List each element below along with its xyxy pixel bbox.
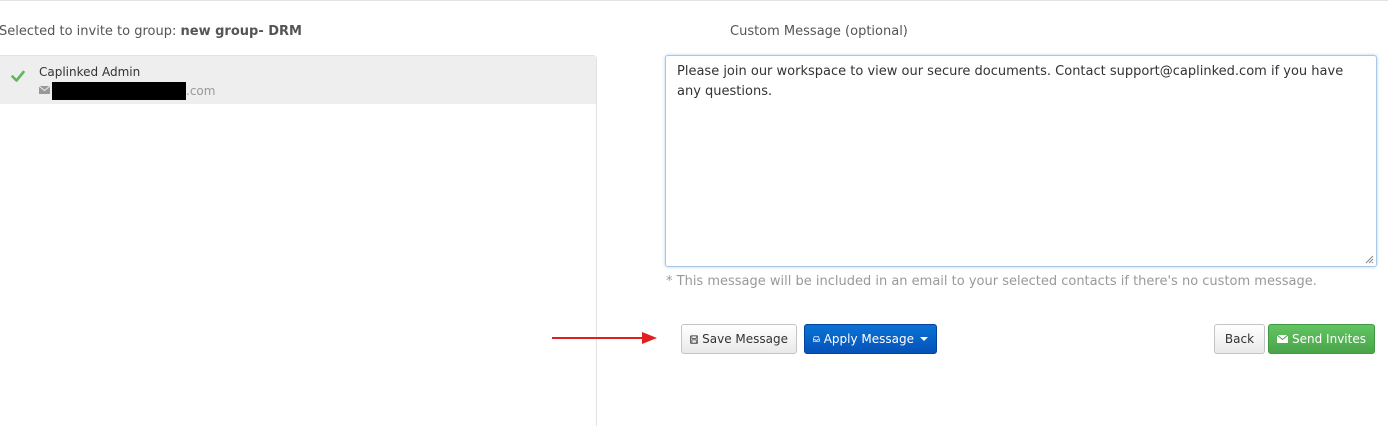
group-name: new group- DRM (180, 24, 302, 39)
back-button[interactable]: Back (1214, 324, 1265, 354)
redacted-email-block (52, 82, 186, 100)
apply-message-dropdown-button[interactable]: Apply Message (804, 324, 937, 354)
envelope-icon (39, 86, 50, 94)
save-message-label: Save Message (702, 332, 788, 346)
save-message-button[interactable]: Save Message (681, 324, 797, 354)
custom-message-label: Custom Message (optional) (730, 24, 908, 39)
custom-message-textarea[interactable]: Please join our workspace to view our se… (665, 55, 1377, 267)
send-invites-label: Send Invites (1292, 332, 1366, 346)
floppy-disk-icon (690, 334, 699, 344)
selected-contacts-panel: Caplinked Admin .com (0, 55, 597, 426)
contact-name: Caplinked Admin (39, 65, 141, 79)
caret-down-icon (920, 337, 928, 341)
red-arrow-annotation-icon (552, 332, 657, 344)
resize-grip-icon[interactable] (1364, 254, 1374, 264)
invite-group-heading: Selected to invite to group: new group- … (0, 24, 302, 39)
inbox-icon (813, 336, 820, 342)
contact-row[interactable]: Caplinked Admin .com (0, 56, 596, 104)
send-invites-button[interactable]: Send Invites (1268, 324, 1375, 354)
contact-email: .com (52, 82, 215, 100)
message-help-text: * This message will be included in an em… (666, 274, 1317, 289)
apply-message-label: Apply Message (823, 332, 914, 346)
top-divider (0, 0, 1388, 1)
back-label: Back (1224, 332, 1255, 346)
contact-email-domain: .com (186, 84, 216, 98)
check-icon (11, 70, 25, 82)
invite-group-prefix: Selected to invite to group: (0, 24, 181, 39)
envelope-icon (1277, 335, 1289, 343)
